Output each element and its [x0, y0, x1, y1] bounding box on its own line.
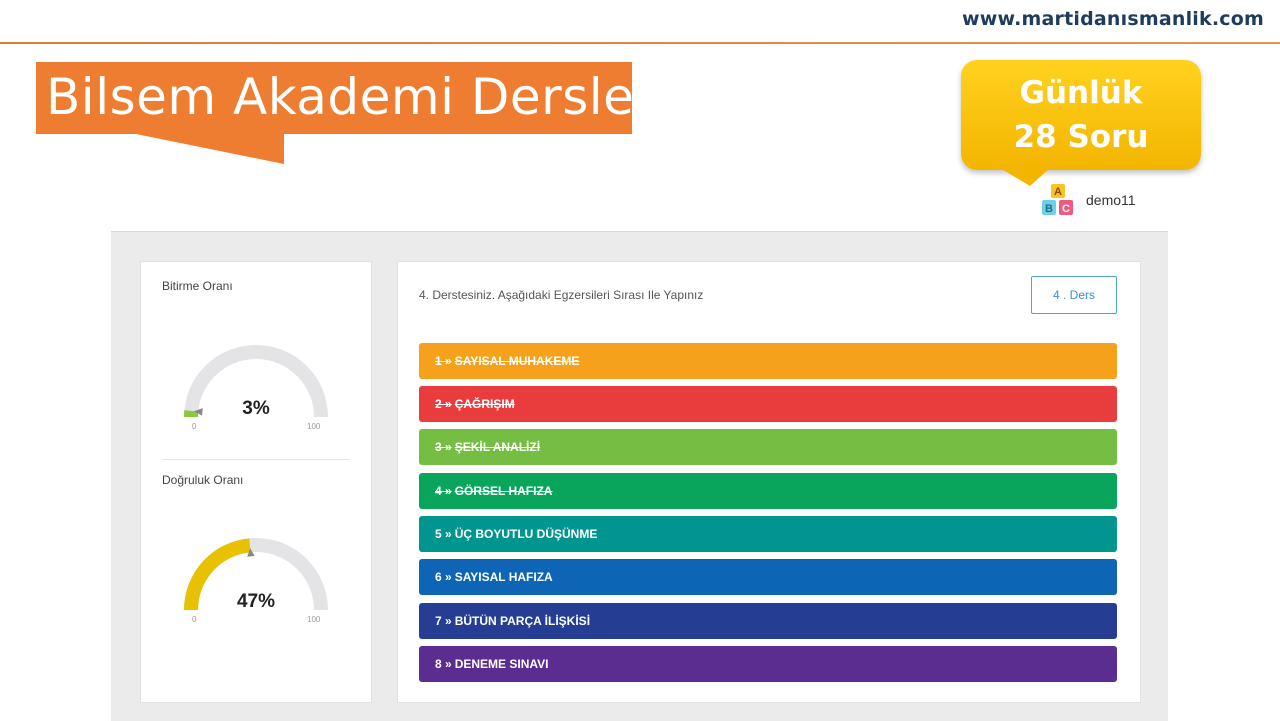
exercise-item-5[interactable]: 5 » ÜÇ BOYUTLU DÜŞÜNME [419, 516, 1117, 552]
accuracy-value: 47% [236, 591, 276, 612]
exercise-label: SAYISAL MUHAKEME [454, 354, 580, 368]
exercise-label: ÇAĞRIŞIM [454, 397, 515, 411]
accuracy-max: 100 [307, 615, 321, 624]
stats-divider [162, 459, 350, 460]
avatar-letter-b: B [1045, 203, 1053, 215]
abc-blocks-icon: A B C [1040, 183, 1076, 217]
lesson-number-button[interactable]: 4 . Ders [1031, 276, 1117, 314]
avatar-letter-c: C [1062, 203, 1070, 215]
site-url: www.martidanısmanlik.com [962, 8, 1264, 30]
completion-value: 3% [242, 398, 270, 419]
exercise-label: ŞEKİL ANALİZİ [454, 440, 541, 454]
daily-questions-callout: Günlük 28 Soru [961, 60, 1201, 170]
page-title: Bilsem Akademi Dersler [46, 68, 656, 126]
exercise-item-3[interactable]: 3 » ŞEKİL ANALİZİ [419, 429, 1117, 465]
exercise-number: 4 » [435, 484, 452, 498]
exercise-item-8[interactable]: 8 » DENEME SINAVI [419, 646, 1117, 682]
user-name: demo11 [1086, 192, 1136, 208]
exercise-label: GÖRSEL HAFIZA [454, 484, 553, 498]
exercise-label: BÜTÜN PARÇA İLİŞKİSİ [454, 614, 591, 628]
avatar-letter-a: A [1054, 186, 1062, 198]
exercise-item-1[interactable]: 1 » SAYISAL MUHAKEME [419, 343, 1117, 379]
exercise-item-7[interactable]: 7 » BÜTÜN PARÇA İLİŞKİSİ [419, 603, 1117, 639]
exercise-number: 8 » [435, 657, 452, 671]
lesson-panel: 4. Derstesiniz. Aşağıdaki Egzersileri Sı… [397, 261, 1141, 703]
exercise-number: 5 » [435, 527, 452, 541]
user-profile[interactable]: A B C demo11 [1040, 183, 1136, 217]
lesson-instruction: 4. Derstesiniz. Aşağıdaki Egzersileri Sı… [419, 288, 704, 302]
exercise-number: 7 » [435, 614, 452, 628]
completion-max: 100 [307, 422, 321, 431]
header-divider [0, 42, 1280, 44]
callout-text: Günlük 28 Soru [1013, 75, 1149, 155]
exercise-number: 3 » [435, 440, 452, 454]
exercise-number: 2 » [435, 397, 452, 411]
exercise-number: 1 » [435, 354, 452, 368]
accuracy-label: Doğruluk Oranı [162, 473, 244, 487]
completion-label: Bitirme Oranı [162, 279, 233, 293]
exercise-label: ÜÇ BOYUTLU DÜŞÜNME [454, 527, 598, 541]
exercise-item-4[interactable]: 4 » GÖRSEL HAFIZA [419, 473, 1117, 509]
app-container: Bitirme Oranı 3% 0 100 Doğruluk Oranı 47… [111, 231, 1168, 721]
exercise-item-2[interactable]: 2 » ÇAĞRIŞIM [419, 386, 1117, 422]
exercise-label: SAYISAL HAFIZA [454, 570, 553, 584]
exercise-number: 6 » [435, 570, 452, 584]
accuracy-min: 0 [192, 615, 197, 624]
exercise-item-6[interactable]: 6 » SAYISAL HAFIZA [419, 559, 1117, 595]
completion-min: 0 [192, 422, 197, 431]
exercise-label: DENEME SINAVI [454, 657, 549, 671]
stats-panel: Bitirme Oranı 3% 0 100 Doğruluk Oranı 47… [140, 261, 372, 703]
